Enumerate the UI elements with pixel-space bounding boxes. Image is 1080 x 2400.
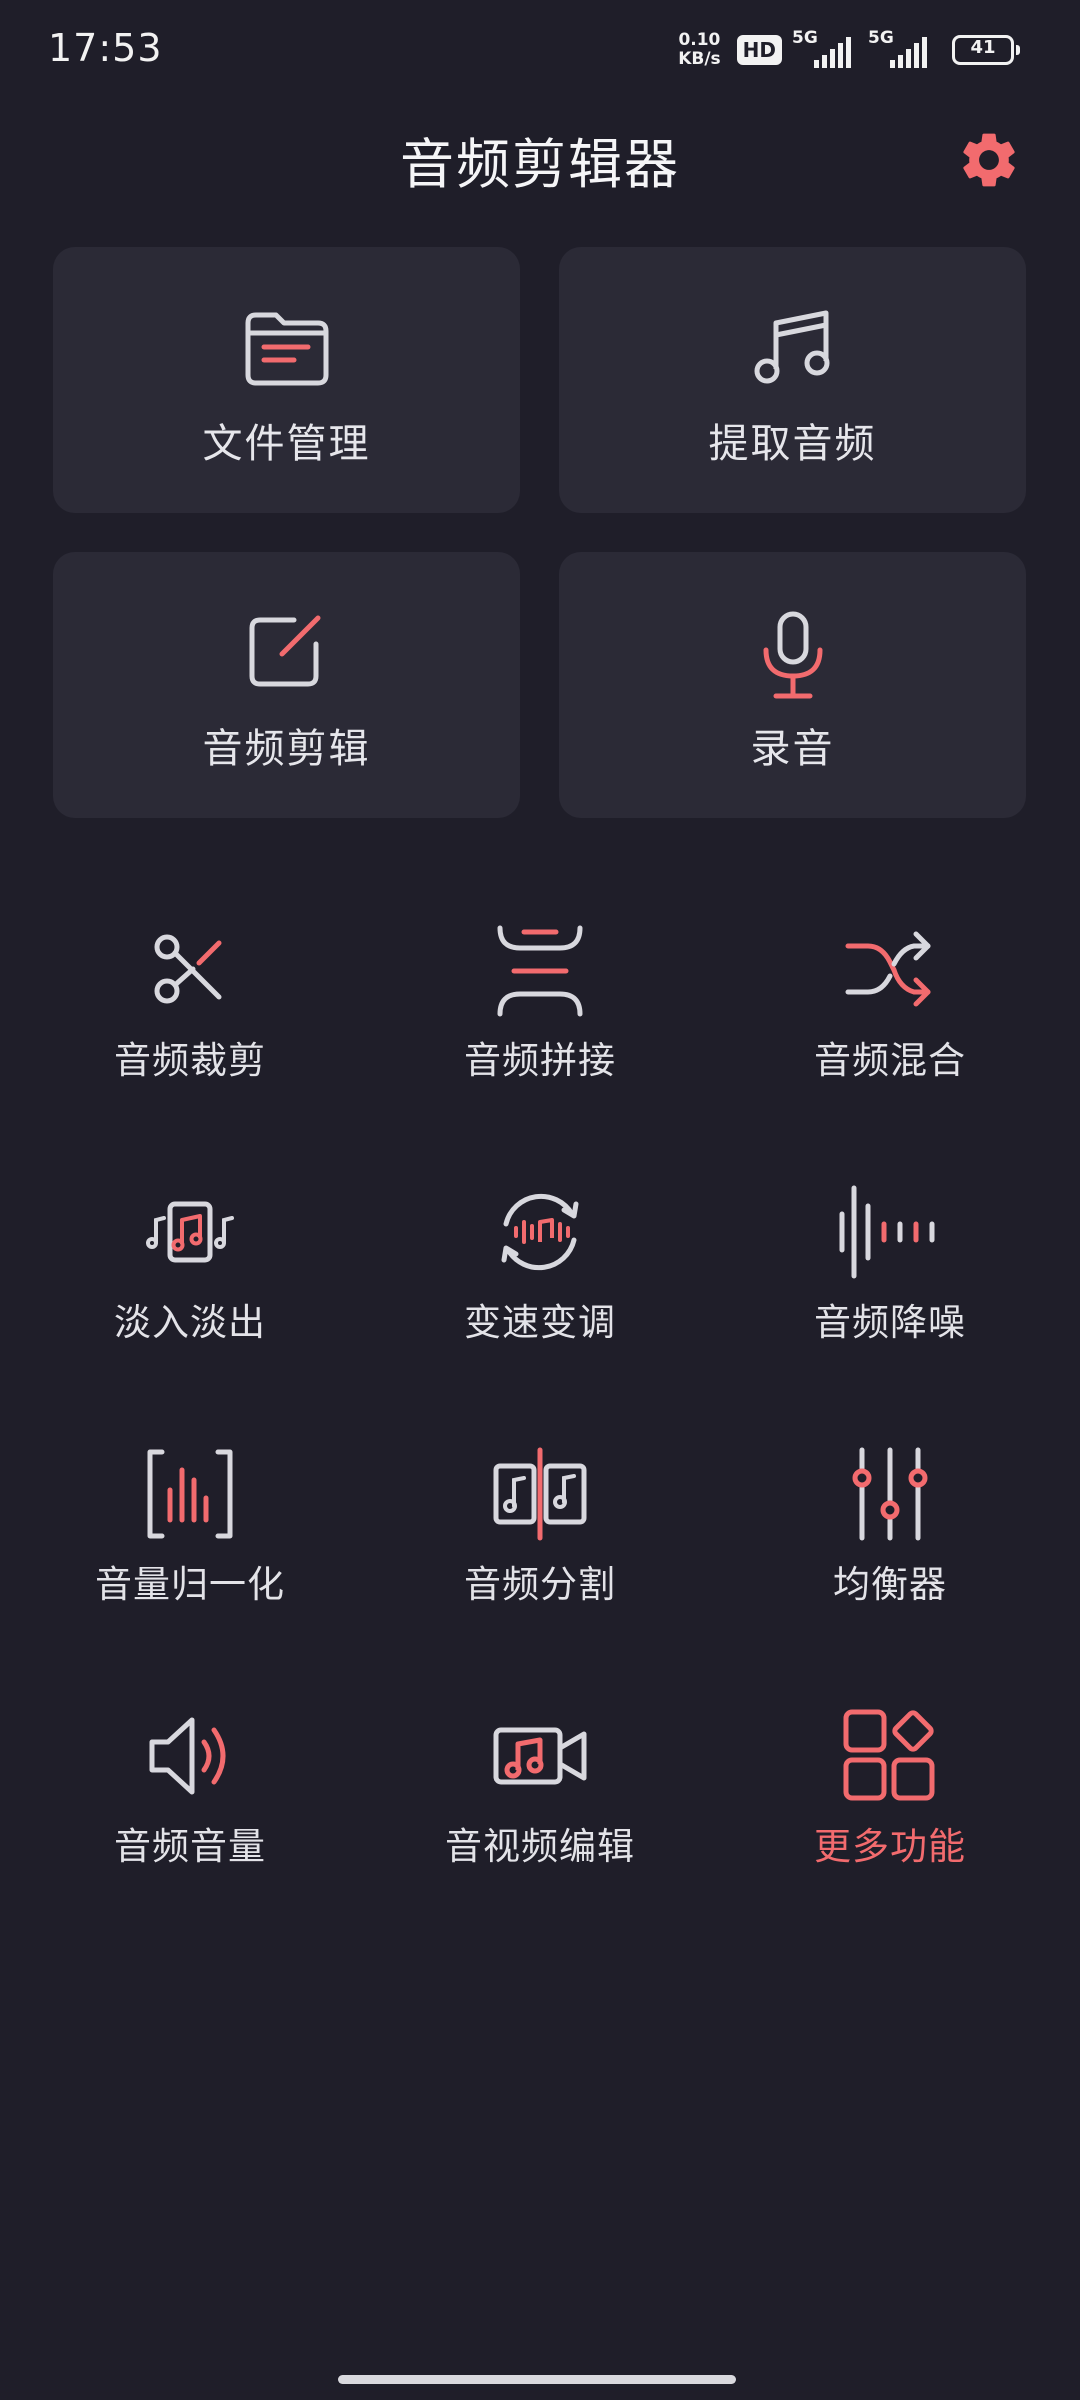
video-edit-icon — [375, 1706, 705, 1806]
hd-badge: HD — [736, 35, 782, 65]
settings-button[interactable] — [953, 124, 1025, 196]
tool-label: 淡入淡出 — [114, 1301, 266, 1344]
denoise-icon — [725, 1182, 1055, 1282]
tool-audio-volume[interactable]: 音频音量 — [25, 1706, 355, 1896]
tool-label: 音频降噪 — [814, 1301, 966, 1344]
scissors-icon — [25, 920, 355, 1020]
signal-icon: 5G — [792, 28, 858, 70]
battery-icon: 41 — [952, 35, 1020, 65]
status-time: 17:53 — [48, 26, 163, 70]
fade-icon — [25, 1182, 355, 1282]
home-indicator[interactable] — [338, 2375, 736, 2384]
tool-fade[interactable]: 淡入淡出 — [25, 1182, 355, 1372]
tool-denoise[interactable]: 音频降噪 — [725, 1182, 1055, 1372]
signal-icon-2: 5G — [868, 28, 934, 70]
battery-level: 41 — [970, 37, 996, 58]
tool-normalize[interactable]: 音量归一化 — [25, 1444, 355, 1634]
network-speed: 0.10 KB/s — [678, 31, 720, 69]
card-label: 录音 — [750, 726, 835, 772]
equalizer-icon — [725, 1444, 1055, 1544]
volume-icon — [25, 1706, 355, 1806]
music-note-icon — [559, 305, 1026, 389]
tool-audio-split[interactable]: 音频分割 — [375, 1444, 705, 1634]
tool-label: 音频裁剪 — [114, 1039, 266, 1082]
card-label: 提取音频 — [708, 421, 877, 467]
microphone-icon — [559, 610, 1026, 699]
tool-equalizer[interactable]: 均衡器 — [725, 1444, 1055, 1634]
tool-label: 音频混合 — [814, 1039, 966, 1082]
card-file-manager[interactable]: 文件管理 — [53, 247, 520, 513]
status-bar: 17:53 0.10 KB/s HD 5G 5G 41 — [0, 0, 1080, 100]
more-icon — [725, 1706, 1055, 1806]
tool-more-features[interactable]: 更多功能 — [725, 1706, 1055, 1896]
tool-label: 更多功能 — [814, 1825, 966, 1868]
gear-icon — [963, 133, 1015, 187]
folder-icon — [53, 305, 520, 389]
tool-label: 变速变调 — [464, 1301, 616, 1344]
tool-label: 音视频编辑 — [445, 1825, 635, 1868]
tool-label: 音频拼接 — [464, 1039, 616, 1082]
network-speed-value: 0.10 — [678, 30, 721, 50]
tool-label: 音频音量 — [114, 1825, 266, 1868]
status-icons: 0.10 KB/s HD 5G 5G 41 — [678, 28, 1020, 72]
tool-label: 音量归一化 — [95, 1563, 285, 1606]
page-title: 音频剪辑器 — [400, 133, 680, 196]
card-audio-edit[interactable]: 音频剪辑 — [53, 552, 520, 818]
card-extract-audio[interactable]: 提取音频 — [559, 247, 1026, 513]
tool-video-edit[interactable]: 音视频编辑 — [375, 1706, 705, 1896]
tool-audio-trim[interactable]: 音频裁剪 — [25, 920, 355, 1110]
speed-icon — [375, 1182, 705, 1282]
split-icon — [375, 1444, 705, 1544]
shuffle-icon — [725, 920, 1055, 1020]
tool-label: 均衡器 — [833, 1563, 947, 1606]
tool-audio-join[interactable]: 音频拼接 — [375, 920, 705, 1110]
join-icon — [375, 920, 705, 1020]
card-label: 文件管理 — [202, 421, 371, 467]
normalize-icon — [25, 1444, 355, 1544]
card-record[interactable]: 录音 — [559, 552, 1026, 818]
network-speed-unit: KB/s — [678, 49, 721, 69]
tool-audio-mix[interactable]: 音频混合 — [725, 920, 1055, 1110]
tool-label: 音频分割 — [464, 1563, 616, 1606]
tool-speed-pitch[interactable]: 变速变调 — [375, 1182, 705, 1372]
edit-icon — [53, 610, 520, 694]
card-label: 音频剪辑 — [202, 726, 371, 772]
